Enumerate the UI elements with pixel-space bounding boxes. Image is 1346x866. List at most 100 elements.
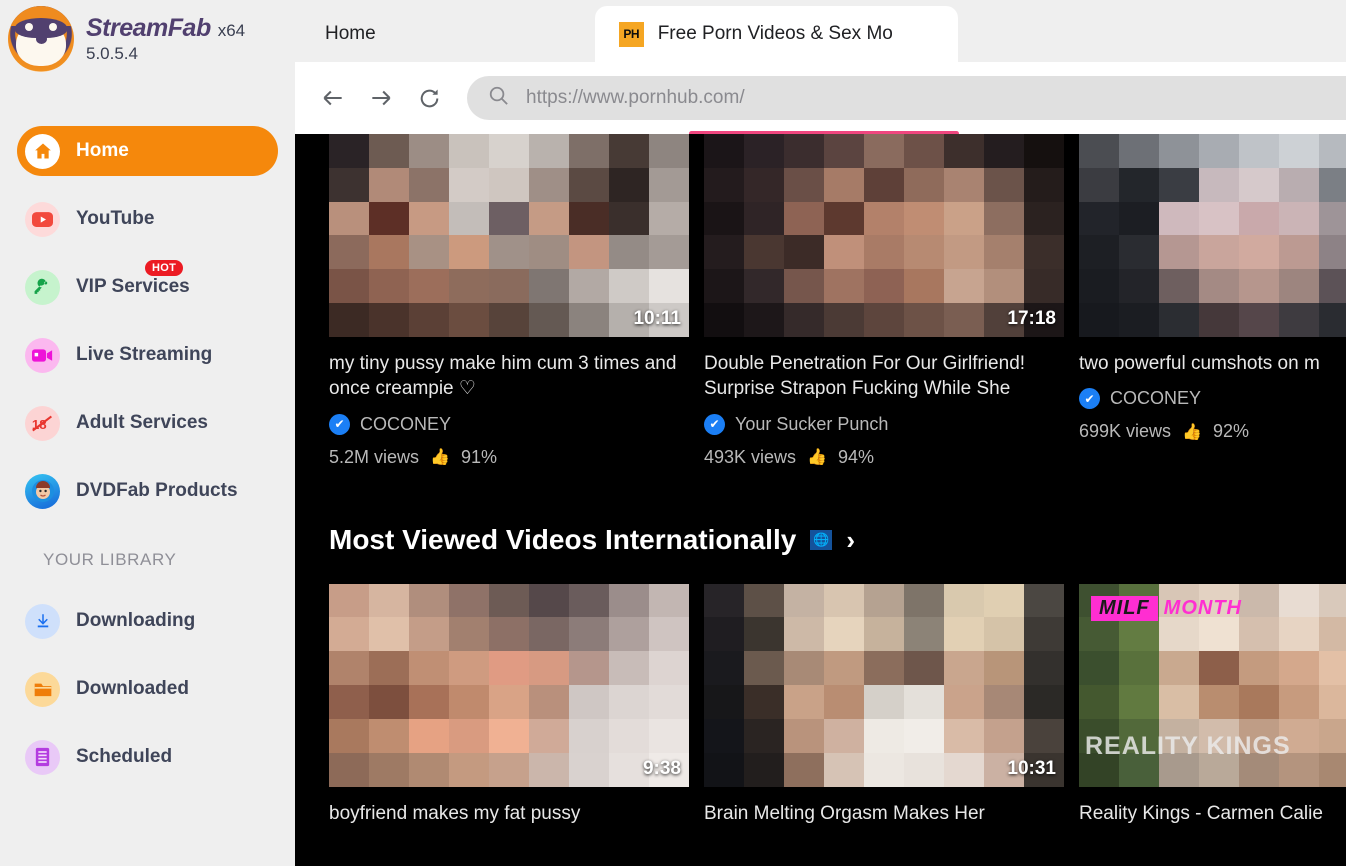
video-thumbnail[interactable]: 10:11 (329, 134, 689, 337)
library-section-heading: YOUR LIBRARY (43, 550, 177, 569)
video-thumbnail[interactable]: MILF MONTH REALITY KINGS ★ Fr (1079, 583, 1346, 787)
promo-overlay-secondary: MONTH (1163, 596, 1242, 619)
view-count: 493K views (704, 446, 797, 467)
sidebar-item-label: Downloading (76, 610, 196, 631)
bottom-video-row: 9:38 boyfriend makes my fat pussy 10:31 … (329, 583, 1346, 826)
no-18-icon: 18 (25, 405, 60, 441)
download-arrow-icon (25, 603, 60, 639)
video-duration: 10:11 (633, 308, 681, 329)
chevron-right-icon[interactable]: › (846, 527, 855, 553)
primary-navigation: Home YouTube VIP Services HOT Live Strea… (0, 126, 295, 782)
verified-badge-icon: ✔ (1079, 388, 1100, 410)
hot-badge: HOT (145, 260, 184, 276)
thumbs-up-icon: 👍 (807, 449, 827, 467)
video-channel[interactable]: ✔ COCONEY (1079, 388, 1346, 410)
verified-badge-icon: ✔ (704, 413, 725, 435)
video-title[interactable]: Brain Melting Orgasm Makes Her (704, 801, 1064, 826)
section-title: Most Viewed Videos Internationally (329, 523, 797, 555)
search-icon (487, 84, 510, 112)
sidebar-item-downloaded[interactable]: Downloaded (17, 664, 278, 714)
sidebar-item-label: Live Streaming (76, 344, 213, 365)
video-title[interactable]: boyfriend makes my fat pussy (329, 801, 689, 826)
video-card[interactable]: 10:11 my tiny pussy make him cum 3 times… (329, 134, 689, 468)
channel-name: COCONEY (1110, 388, 1202, 409)
video-thumbnail[interactable] (1079, 134, 1346, 337)
sidebar-item-label: DVDFab Products (76, 480, 238, 501)
app-version: 5.0.5.4 (86, 44, 138, 63)
web-page-content: 10:11 my tiny pussy make him cum 3 times… (295, 134, 1346, 866)
censored-image (329, 583, 689, 787)
video-camera-icon (25, 337, 60, 373)
video-title[interactable]: Reality Kings - Carmen Calie (1079, 801, 1346, 826)
promo-overlay-primary: MILF (1091, 595, 1158, 621)
ph-favicon-icon: PH (618, 21, 644, 47)
censored-image (704, 583, 1064, 787)
back-arrow-icon[interactable] (309, 74, 357, 122)
video-channel[interactable]: ✔ COCONEY (329, 413, 689, 435)
video-stats: 493K views 👍 94% (704, 447, 1064, 468)
censored-image (1079, 134, 1346, 337)
video-card[interactable]: 10:31 Brain Melting Orgasm Makes Her (704, 583, 1064, 826)
view-count: 699K views (1079, 421, 1172, 442)
sidebar-item-dvdfab-products[interactable]: DVDFab Products (17, 466, 278, 516)
sidebar-item-label: YouTube (76, 208, 155, 229)
list-icon (25, 739, 60, 775)
rating-percent: 94% (837, 446, 875, 467)
video-thumbnail[interactable]: 10:31 (704, 583, 1064, 787)
embedded-browser: Home PH Free Porn Videos & Sex Mo https:… (295, 0, 1346, 866)
rating-percent: 92% (1212, 421, 1250, 442)
reload-icon[interactable] (405, 74, 453, 122)
tab-label: Free Porn Videos & Sex Mo (657, 23, 893, 44)
sidebar-item-vip-services[interactable]: VIP Services HOT (17, 260, 278, 312)
video-card[interactable]: MILF MONTH REALITY KINGS ★ Fr Reality Ki… (1079, 583, 1346, 826)
sidebar-item-live-streaming[interactable]: Live Streaming (17, 330, 278, 380)
sidebar-item-label: Scheduled (76, 746, 173, 767)
brand-architecture: x64 (217, 21, 246, 40)
video-thumbnail[interactable]: 17:18 (704, 134, 1064, 337)
key-icon (25, 269, 60, 305)
video-stats: 699K views 👍 92% (1079, 421, 1346, 442)
top-video-row: 10:11 my tiny pussy make him cum 3 times… (329, 134, 1346, 468)
sidebar-item-label: Adult Services (76, 412, 208, 433)
forward-arrow-icon[interactable] (357, 74, 405, 122)
app-branding: StreamFab x64 5.0.5.4 (0, 0, 295, 74)
video-title[interactable]: my tiny pussy make him cum 3 times and o… (329, 351, 689, 402)
video-duration: 10:31 (1007, 757, 1056, 779)
dvdfab-icon (25, 473, 60, 509)
streamfab-logo-icon (8, 6, 74, 72)
video-card[interactable]: 9:38 boyfriend makes my fat pussy (329, 583, 689, 826)
application-window: StreamFab x64 5.0.5.4 Home YouTube VIP S… (0, 0, 1346, 866)
tab-home[interactable]: Home (295, 6, 400, 62)
browser-tab-strip: Home PH Free Porn Videos & Sex Mo (295, 0, 1346, 62)
video-duration: 9:38 (642, 757, 681, 779)
rating-percent: 91% (460, 446, 497, 467)
censored-image (704, 134, 1064, 337)
sidebar-item-adult-services[interactable]: 18 Adult Services (17, 398, 278, 448)
address-bar[interactable]: https://www.pornhub.com/ (467, 76, 1346, 136)
sidebar-item-downloading[interactable]: Downloading (17, 596, 278, 646)
sidebar-item-home[interactable]: Home (17, 126, 278, 176)
home-icon (25, 133, 60, 169)
tab-pornhub[interactable]: PH Free Porn Videos & Sex Mo (594, 6, 958, 62)
video-card[interactable]: 17:18 Double Penetration For Our Girlfri… (704, 134, 1064, 468)
studio-watermark: REALITY KINGS (1085, 731, 1291, 760)
browser-toolbar: https://www.pornhub.com/ (295, 62, 1346, 136)
video-card[interactable]: two powerful cumshots on m ✔ COCONEY 699… (1079, 134, 1346, 468)
sidebar-item-youtube[interactable]: YouTube (17, 194, 278, 244)
verified-badge-icon: ✔ (329, 413, 350, 435)
thumbs-up-icon: 👍 (430, 449, 450, 467)
video-title[interactable]: two powerful cumshots on m (1079, 351, 1346, 376)
folder-icon (25, 671, 60, 707)
sidebar: StreamFab x64 5.0.5.4 Home YouTube VIP S… (0, 0, 295, 866)
censored-image (329, 134, 689, 337)
sidebar-item-scheduled[interactable]: Scheduled (17, 732, 278, 782)
video-thumbnail[interactable]: 9:38 (329, 583, 689, 787)
video-title[interactable]: Double Penetration For Our Girlfriend! S… (704, 351, 1064, 402)
sidebar-item-label: Home (76, 140, 129, 161)
video-duration: 17:18 (1007, 308, 1056, 329)
section-header: Most Viewed Videos Internationally 🌐 › (329, 524, 1346, 556)
youtube-icon (25, 201, 60, 237)
view-count: 5.2M views (329, 446, 420, 467)
video-channel[interactable]: ✔ Your Sucker Punch (704, 413, 1064, 435)
channel-name: Your Sucker Punch (735, 413, 889, 434)
